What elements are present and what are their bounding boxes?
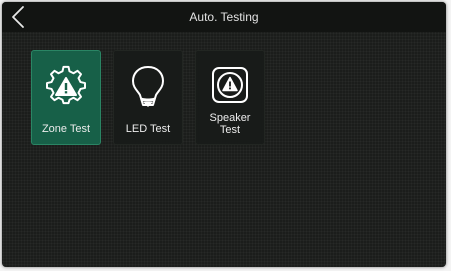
led-test-tile[interactable]: LED Test xyxy=(113,50,183,145)
title-bar: Auto. Testing xyxy=(2,2,446,32)
speaker-test-tile[interactable]: Speaker Test xyxy=(195,50,265,145)
zone-test-label: Zone Test xyxy=(41,123,91,135)
speaker-warning-icon xyxy=(212,67,248,103)
bulb-icon xyxy=(132,66,164,107)
led-test-label: LED Test xyxy=(125,123,171,135)
page-title: Auto. Testing xyxy=(189,10,259,24)
speaker-test-label-line2: Test xyxy=(219,124,241,136)
zone-test-tile[interactable]: Zone Test xyxy=(31,50,101,145)
gear-warning-icon xyxy=(46,65,86,105)
speaker-test-label-line1: Speaker xyxy=(209,112,251,124)
screen: Auto. Testing Zone Test LED Test Speaker xyxy=(2,2,446,267)
